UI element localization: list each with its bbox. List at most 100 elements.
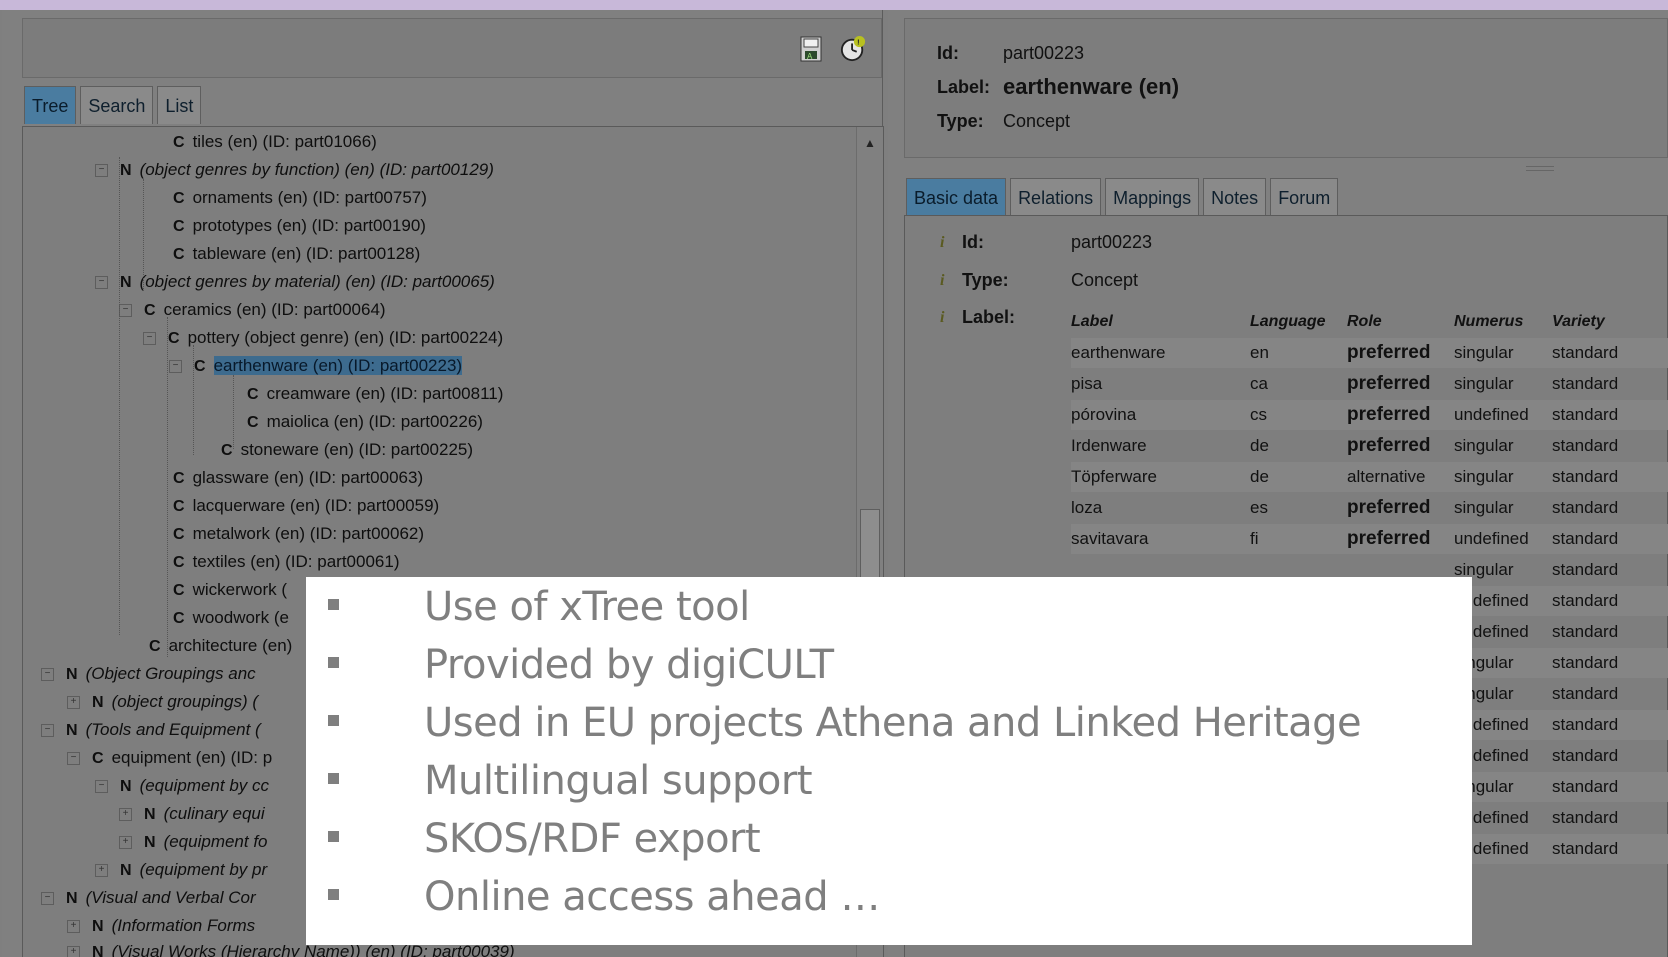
col-header-variety[interactable]: Variety xyxy=(1552,313,1605,331)
tree-node-label[interactable]: ornaments (en) (ID: part00757) xyxy=(193,188,427,207)
tree-node-label[interactable]: creamware (en) (ID: part00811) xyxy=(267,384,504,403)
label-table-row[interactable]: pisa ca preferred singular standard xyxy=(1071,369,1668,399)
tree-node-concept[interactable]: − Cceramics (en) (ID: part00064) xyxy=(119,297,386,323)
tree-node-label[interactable]: (Visual and Verbal Cor xyxy=(86,888,256,907)
tree-node-label[interactable]: glassware (en) (ID: part00063) xyxy=(193,468,424,487)
role-cell: preferred xyxy=(1347,435,1431,456)
tree-node-concept[interactable]: − Cpottery (object genre) (en) (ID: part0… xyxy=(143,325,503,351)
label-table-row[interactable]: Irdenware de preferred singular standard xyxy=(1071,431,1668,461)
tree-node-label[interactable]: equipment (en) (ID: p xyxy=(112,748,273,767)
tree-node-label[interactable]: metalwork (en) (ID: part00062) xyxy=(193,524,424,543)
scroll-up-icon[interactable]: ▲ xyxy=(861,133,879,153)
expand-icon[interactable]: + xyxy=(95,864,108,878)
col-header-language[interactable]: Language xyxy=(1250,313,1326,331)
expand-icon[interactable]: + xyxy=(119,836,132,850)
tree-node-label[interactable]: stoneware (en) (ID: part00225) xyxy=(241,440,473,459)
expand-icon[interactable]: + xyxy=(67,946,80,957)
tree-node-concept[interactable]: Cglassware (en) (ID: part00063) xyxy=(173,465,423,491)
tree-node-concept[interactable]: Ctiles (en) (ID: part01066) xyxy=(173,129,377,155)
tree-node-label[interactable]: pottery (object genre) (en) (ID: part002… xyxy=(188,328,504,347)
collapse-icon[interactable]: − xyxy=(41,892,54,906)
language-cell: en xyxy=(1250,343,1269,362)
label-table-row[interactable]: Töpferware de alternative singular standard xyxy=(1071,462,1668,492)
tree-node-label[interactable]: textiles (en) (ID: part00061) xyxy=(193,552,400,571)
collapse-icon[interactable]: − xyxy=(95,780,108,794)
label-table-row[interactable]: pórovina cs preferred undefined standard xyxy=(1071,400,1668,430)
tree-node-label[interactable]: earthenware (en) (ID: part00223) xyxy=(213,356,463,375)
tab-list[interactable]: List xyxy=(157,86,202,124)
collapse-icon[interactable]: − xyxy=(95,164,108,178)
label-table-row[interactable]: earthenware en preferred singular standard xyxy=(1071,338,1668,368)
tree-node-label[interactable]: (culinary equi xyxy=(164,804,265,823)
tree-node-group[interactable]: + N (equipment by pr xyxy=(95,857,267,883)
collapse-icon[interactable]: − xyxy=(41,724,54,738)
collapse-icon[interactable]: − xyxy=(67,752,80,766)
col-header-label[interactable]: Label xyxy=(1071,313,1113,331)
tree-node-concept[interactable]: Cmaiolica (en) (ID: part00226) xyxy=(247,409,483,435)
tree-node-label[interactable]: prototypes (en) (ID: part00190) xyxy=(193,216,426,235)
tree-node-group[interactable]: + N (Information Forms xyxy=(67,913,255,939)
tree-node-concept[interactable]: Cwickerwork ( xyxy=(173,577,287,603)
expand-icon[interactable]: + xyxy=(67,696,80,710)
expand-icon[interactable]: + xyxy=(119,808,132,822)
tab-basic-data[interactable]: Basic data xyxy=(906,178,1007,216)
tree-node-concept[interactable]: Ctextiles (en) (ID: part00061) xyxy=(173,549,399,575)
col-header-numerus[interactable]: Numerus xyxy=(1454,313,1523,331)
tree-node-group[interactable]: + N (object groupings) ( xyxy=(67,689,258,715)
collapse-icon[interactable]: − xyxy=(95,276,108,290)
tree-node-concept[interactable]: Ccreamware (en) (ID: part00811) xyxy=(247,381,503,407)
tree-node-label[interactable]: maiolica (en) (ID: part00226) xyxy=(267,412,483,431)
tree-node-concept[interactable]: − Cearthenware (en) (ID: part00223) xyxy=(169,353,463,379)
tree-node-concept[interactable]: Ctableware (en) (ID: part00128) xyxy=(173,241,420,267)
tree-node-label[interactable]: wickerwork ( xyxy=(193,580,287,599)
tree-node-group[interactable]: + N (equipment fo xyxy=(119,829,268,855)
tree-node-group[interactable]: − N (Visual and Verbal Cor xyxy=(41,885,256,911)
tree-node-group[interactable]: − N (object genres by material) (en) (ID: … xyxy=(95,269,495,295)
tab-relations[interactable]: Relations xyxy=(1010,178,1102,216)
tree-node-group[interactable]: + N (culinary equi xyxy=(119,801,265,827)
label-table-row[interactable]: loza es preferred singular standard xyxy=(1071,493,1668,523)
collapse-icon[interactable]: − xyxy=(41,668,54,682)
tree-node-concept[interactable]: Cstoneware (en) (ID: part00225) xyxy=(221,437,473,463)
tree-node-label[interactable]: woodwork (e xyxy=(193,608,289,627)
tree-node-label[interactable]: (equipment by cc xyxy=(140,776,269,795)
collapse-icon[interactable]: − xyxy=(119,304,132,318)
tree-node-group[interactable]: − N (object genres by function) (en) (ID: … xyxy=(95,157,494,183)
splitter-handle[interactable] xyxy=(1526,166,1554,171)
expand-icon[interactable]: + xyxy=(67,920,80,934)
tree-node-concept[interactable]: Clacquerware (en) (ID: part00059) xyxy=(173,493,439,519)
tree-node-concept[interactable]: Cmetalwork (en) (ID: part00062) xyxy=(173,521,424,547)
tree-node-concept[interactable]: Carchitecture (en) xyxy=(149,633,292,659)
tree-node-label[interactable]: (object genres by material) (en) (ID: pa… xyxy=(140,272,495,291)
tree-node-concept[interactable]: − Cequipment (en) (ID: p xyxy=(67,745,272,771)
tree-node-label[interactable]: (object groupings) ( xyxy=(112,692,258,711)
tab-mappings[interactable]: Mappings xyxy=(1105,178,1200,216)
tab-notes[interactable]: Notes xyxy=(1203,178,1267,216)
tree-node-label[interactable]: (equipment by pr xyxy=(140,860,268,879)
collapse-icon[interactable]: − xyxy=(169,360,182,374)
tree-node-label[interactable]: ceramics (en) (ID: part00064) xyxy=(164,300,386,319)
tree-node-label[interactable]: architecture (en) xyxy=(169,636,293,655)
tab-search[interactable]: Search xyxy=(80,86,154,124)
col-header-role[interactable]: Role xyxy=(1347,313,1382,331)
clock-icon[interactable]: ! xyxy=(840,35,866,63)
tree-node-label[interactable]: (Tools and Equipment ( xyxy=(86,720,261,739)
save-icon[interactable]: A xyxy=(798,35,824,63)
tree-node-label[interactable]: (Information Forms xyxy=(112,916,256,935)
collapse-icon[interactable]: − xyxy=(143,332,156,346)
tab-tree[interactable]: Tree xyxy=(24,86,77,124)
tree-node-label[interactable]: (equipment fo xyxy=(164,832,268,851)
tree-node-concept[interactable]: Cprototypes (en) (ID: part00190) xyxy=(173,213,426,239)
tree-node-concept[interactable]: Cornaments (en) (ID: part00757) xyxy=(173,185,427,211)
tree-node-label[interactable]: lacquerware (en) (ID: part00059) xyxy=(193,496,440,515)
tab-forum[interactable]: Forum xyxy=(1270,178,1339,216)
tree-node-group[interactable]: − N (equipment by cc xyxy=(95,773,269,799)
tree-node-label[interactable]: tiles (en) (ID: part01066) xyxy=(193,132,377,151)
label-table-row[interactable]: savitavara fi preferred undefined standard xyxy=(1071,524,1668,554)
tree-node-concept[interactable]: Cwoodwork (e xyxy=(173,605,289,631)
tree-node-label[interactable]: tableware (en) (ID: part00128) xyxy=(193,244,421,263)
tree-node-label[interactable]: (object genres by function) (en) (ID: pa… xyxy=(140,160,494,179)
tree-node-group[interactable]: − N (Object Groupings anc xyxy=(41,661,256,687)
tree-node-label[interactable]: (Object Groupings anc xyxy=(86,664,256,683)
tree-node-group[interactable]: − N (Tools and Equipment ( xyxy=(41,717,261,743)
